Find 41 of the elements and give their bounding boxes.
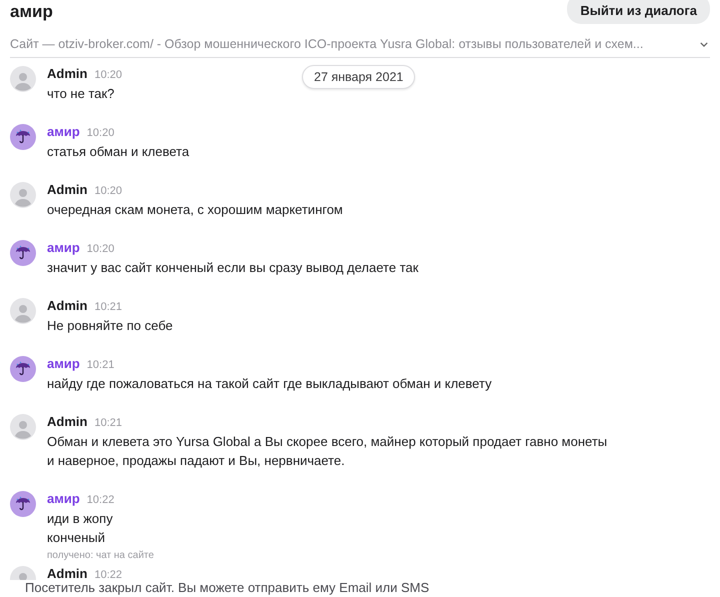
message-time: 10:21 [94, 417, 122, 429]
author-name: амир [47, 491, 80, 506]
message-time: 10:20 [86, 127, 114, 139]
delivery-note: получено: чат на сайте [47, 549, 154, 562]
message-time: 10:21 [86, 359, 114, 371]
message-text: очередная скам монета, с хорошим маркетингом [47, 201, 343, 219]
message-text: и наверное, продажы падают и Вы, нервничаете. [47, 452, 346, 470]
user-avatar-icon [10, 66, 36, 92]
message-text: статья обман и клевета [47, 143, 190, 161]
chevron-icon [700, 42, 708, 46]
message-time: 10:21 [94, 301, 122, 313]
user-avatar-icon [10, 414, 36, 440]
message-text: значит у вас сайт конченый если вы сразу вывод делаете так [47, 259, 418, 277]
author-name: амир [47, 124, 80, 139]
chat-title: амир [10, 2, 53, 22]
umbrella-avatar-icon [10, 240, 36, 266]
author-name: Admin [47, 414, 88, 429]
exit-dialog-button[interactable]: Выйти из диалога [567, 0, 710, 24]
message-time: 10:20 [94, 185, 122, 197]
author-name: Admin [47, 566, 88, 580]
author-name: Admin [47, 182, 88, 197]
message-text: Не ровняйте по себе [47, 317, 173, 335]
user-avatar-icon [10, 298, 36, 324]
message-time: 10:22 [86, 494, 114, 506]
message-time: 10:20 [86, 243, 114, 255]
user-avatar-icon [10, 182, 36, 208]
message-time: 10:20 [94, 69, 122, 81]
author-name: Admin [47, 66, 88, 81]
umbrella-avatar-icon [10, 124, 36, 150]
message-text: иди в жопу [47, 510, 114, 528]
author-name: амир [47, 240, 80, 255]
author-name: амир [47, 356, 80, 371]
message-text: Обман и клевета это Yursa Global а Вы скорее всего, майнер который продает гавно монеты [47, 433, 608, 451]
message-time: 10:22 [94, 569, 122, 580]
date-badge: 27 января 2021 [302, 65, 416, 89]
author-name: Admin [47, 298, 88, 313]
message-text: найду где пожаловаться на такой сайт где выкладывают обман и клевету [47, 375, 492, 393]
message-text: что не так? [47, 85, 116, 103]
message-text: конченый [47, 529, 106, 547]
umbrella-avatar-icon [10, 491, 36, 517]
umbrella-avatar-icon [10, 356, 36, 382]
